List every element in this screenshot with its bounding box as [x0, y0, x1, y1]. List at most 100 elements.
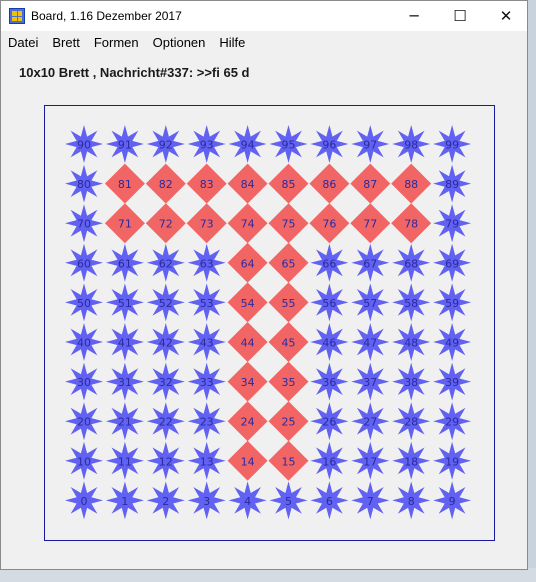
star-cell-90[interactable]: 90 — [65, 125, 103, 163]
star-cell-20[interactable]: 20 — [65, 402, 103, 441]
star-cell-53[interactable]: 53 — [187, 283, 226, 322]
star-cell-51[interactable]: 51 — [105, 283, 144, 322]
star-cell-46[interactable]: 46 — [310, 323, 349, 361]
star-cell-96[interactable]: 96 — [310, 125, 349, 163]
star-cell-16[interactable]: 16 — [310, 441, 349, 480]
star-cell-69[interactable]: 69 — [433, 243, 472, 282]
star-cell-23[interactable]: 23 — [187, 402, 226, 441]
star-cell-63[interactable]: 63 — [187, 243, 226, 282]
star-cell-89[interactable]: 89 — [433, 164, 472, 203]
star-cell-10[interactable]: 10 — [65, 441, 103, 480]
star-cell-62[interactable]: 62 — [146, 243, 185, 282]
star-cell-21[interactable]: 21 — [105, 402, 144, 441]
star-cell-39[interactable]: 39 — [433, 362, 472, 401]
star-cell-12[interactable]: 12 — [146, 441, 185, 480]
diamond-cell-83[interactable]: 83 — [186, 163, 227, 204]
star-cell-9[interactable]: 9 — [433, 481, 472, 520]
star-cell-8[interactable]: 8 — [392, 481, 431, 520]
star-cell-2[interactable]: 2 — [146, 481, 185, 520]
diamond-cell-54[interactable]: 54 — [227, 282, 268, 323]
star-cell-17[interactable]: 17 — [351, 441, 390, 480]
star-cell-6[interactable]: 6 — [310, 481, 349, 520]
star-cell-68[interactable]: 68 — [392, 243, 431, 282]
star-cell-91[interactable]: 91 — [105, 125, 144, 163]
star-cell-5[interactable]: 5 — [269, 481, 308, 520]
diamond-cell-73[interactable]: 73 — [186, 203, 227, 244]
diamond-cell-78[interactable]: 78 — [391, 203, 432, 244]
star-cell-93[interactable]: 93 — [187, 125, 226, 163]
diamond-cell-64[interactable]: 64 — [227, 242, 268, 283]
diamond-cell-35[interactable]: 35 — [268, 361, 309, 402]
diamond-cell-34[interactable]: 34 — [227, 361, 268, 402]
diamond-cell-65[interactable]: 65 — [268, 242, 309, 283]
board-grid[interactable]: 90 91 92 93 94 95 96 97 98 9980 81 82 83 84 85 86 87 88 89… — [1, 1, 529, 571]
diamond-cell-77[interactable]: 77 — [350, 203, 391, 244]
star-cell-48[interactable]: 48 — [392, 323, 431, 361]
star-cell-99[interactable]: 99 — [433, 125, 472, 163]
star-cell-0[interactable]: 0 — [65, 481, 103, 520]
diamond-cell-88[interactable]: 88 — [391, 163, 432, 204]
diamond-cell-71[interactable]: 71 — [104, 203, 145, 244]
star-cell-66[interactable]: 66 — [310, 243, 349, 282]
star-cell-38[interactable]: 38 — [392, 362, 431, 401]
star-cell-67[interactable]: 67 — [351, 243, 390, 282]
star-cell-22[interactable]: 22 — [146, 402, 185, 441]
star-cell-33[interactable]: 33 — [187, 362, 226, 401]
star-cell-18[interactable]: 18 — [392, 441, 431, 480]
star-cell-97[interactable]: 97 — [351, 125, 390, 163]
star-cell-56[interactable]: 56 — [310, 283, 349, 322]
diamond-cell-87[interactable]: 87 — [350, 163, 391, 204]
star-cell-61[interactable]: 61 — [105, 243, 144, 282]
star-cell-30[interactable]: 30 — [65, 362, 103, 401]
star-cell-7[interactable]: 7 — [351, 481, 390, 520]
star-cell-4[interactable]: 4 — [228, 481, 267, 520]
diamond-cell-84[interactable]: 84 — [227, 163, 268, 204]
diamond-cell-44[interactable]: 44 — [227, 322, 268, 362]
star-cell-37[interactable]: 37 — [351, 362, 390, 401]
diamond-cell-85[interactable]: 85 — [268, 163, 309, 204]
diamond-cell-15[interactable]: 15 — [268, 440, 309, 481]
diamond-cell-14[interactable]: 14 — [227, 440, 268, 481]
diamond-cell-76[interactable]: 76 — [309, 203, 350, 244]
diamond-cell-82[interactable]: 82 — [145, 163, 186, 204]
star-cell-80[interactable]: 80 — [65, 164, 103, 203]
star-cell-26[interactable]: 26 — [310, 402, 349, 441]
star-cell-43[interactable]: 43 — [187, 323, 226, 361]
star-cell-40[interactable]: 40 — [65, 323, 103, 361]
star-cell-1[interactable]: 1 — [105, 481, 144, 520]
star-cell-42[interactable]: 42 — [146, 323, 185, 361]
diamond-cell-74[interactable]: 74 — [227, 203, 268, 244]
star-cell-57[interactable]: 57 — [351, 283, 390, 322]
star-cell-28[interactable]: 28 — [392, 402, 431, 441]
star-cell-11[interactable]: 11 — [105, 441, 144, 480]
star-cell-49[interactable]: 49 — [433, 323, 472, 361]
star-cell-47[interactable]: 47 — [351, 323, 390, 361]
star-cell-98[interactable]: 98 — [392, 125, 431, 163]
star-cell-3[interactable]: 3 — [187, 481, 226, 520]
star-cell-59[interactable]: 59 — [433, 283, 472, 322]
diamond-cell-24[interactable]: 24 — [227, 401, 268, 442]
diamond-cell-86[interactable]: 86 — [309, 163, 350, 204]
star-cell-19[interactable]: 19 — [433, 441, 472, 480]
diamond-cell-25[interactable]: 25 — [268, 401, 309, 442]
star-cell-94[interactable]: 94 — [228, 125, 267, 163]
star-cell-79[interactable]: 79 — [433, 204, 472, 243]
star-cell-92[interactable]: 92 — [146, 125, 185, 163]
star-cell-70[interactable]: 70 — [65, 204, 103, 243]
diamond-cell-75[interactable]: 75 — [268, 203, 309, 244]
star-cell-13[interactable]: 13 — [187, 441, 226, 480]
star-cell-36[interactable]: 36 — [310, 362, 349, 401]
diamond-cell-45[interactable]: 45 — [268, 322, 309, 362]
diamond-cell-81[interactable]: 81 — [104, 163, 145, 204]
star-cell-52[interactable]: 52 — [146, 283, 185, 322]
star-cell-60[interactable]: 60 — [65, 243, 103, 282]
star-cell-95[interactable]: 95 — [269, 125, 308, 163]
star-cell-41[interactable]: 41 — [105, 323, 144, 361]
star-cell-32[interactable]: 32 — [146, 362, 185, 401]
diamond-cell-55[interactable]: 55 — [268, 282, 309, 323]
star-cell-58[interactable]: 58 — [392, 283, 431, 322]
star-cell-50[interactable]: 50 — [65, 283, 103, 322]
star-cell-31[interactable]: 31 — [105, 362, 144, 401]
diamond-cell-72[interactable]: 72 — [145, 203, 186, 244]
star-cell-27[interactable]: 27 — [351, 402, 390, 441]
